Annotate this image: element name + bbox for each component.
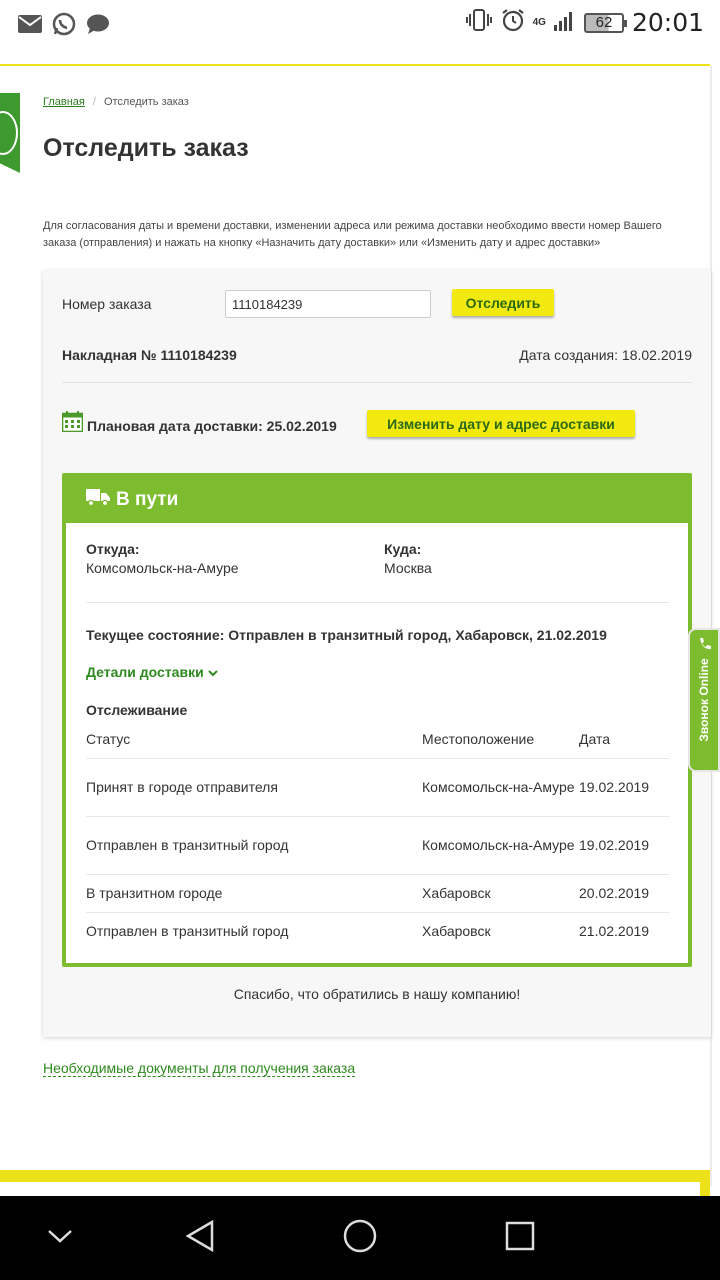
row-date: 19.02.2019 xyxy=(579,816,669,875)
page-title: Отследить заказ xyxy=(43,134,249,162)
network-type: 4G xyxy=(532,16,546,28)
row-location: Хабаровск xyxy=(422,874,579,913)
column-header-location: Местоположение xyxy=(422,720,579,759)
to-label: Куда: xyxy=(384,541,422,557)
header-divider xyxy=(0,64,710,66)
truck-icon xyxy=(86,488,110,512)
current-status: Текущее состояние: Отправлен в транзитны… xyxy=(86,627,607,643)
signal-icon xyxy=(553,9,576,36)
breadcrumb-home-link[interactable]: Главная xyxy=(43,96,85,108)
status-bar: 4G 62 20:01 xyxy=(0,0,720,50)
intro-text: Для согласования даты и времени доставки… xyxy=(43,220,662,249)
divider xyxy=(62,382,692,383)
breadcrumb-current: Отследить заказ xyxy=(103,96,189,108)
track-button[interactable]: Отследить xyxy=(452,289,554,316)
waybill-number: Накладная № 1110184239 xyxy=(62,347,237,363)
home-circle-icon xyxy=(342,1218,378,1259)
row-date: 19.02.2019 xyxy=(579,758,669,817)
home-button[interactable] xyxy=(338,1216,382,1260)
chat-icon xyxy=(86,13,110,40)
row-date: 21.02.2019 xyxy=(579,923,650,940)
status-header: В пути xyxy=(66,477,688,523)
table-row: Отправлен в транзитный город Хабаровск 2… xyxy=(86,912,669,950)
callback-label: Звонок Online xyxy=(697,658,711,742)
clock: 20:01 xyxy=(631,8,704,37)
recents-button[interactable] xyxy=(498,1216,542,1260)
row-location: Комсомольск-на-Амуре xyxy=(422,816,579,875)
thank-you-text: Спасибо, что обратились в нашу компанию! xyxy=(233,986,521,1002)
row-status: В транзитном городе xyxy=(86,874,422,913)
table-row: Отправлен в транзитный город Комсомольск… xyxy=(86,816,669,875)
row-location: Комсомольск-на-Амуре xyxy=(422,758,579,817)
navigation-bar xyxy=(0,1196,720,1280)
back-button[interactable] xyxy=(178,1216,222,1260)
alarm-icon xyxy=(501,8,525,37)
table-row: В транзитном городе Хабаровск 20.02.2019 xyxy=(86,874,669,913)
battery-level: 62 xyxy=(595,14,613,31)
tracking-title: Отслеживание xyxy=(86,702,188,718)
required-documents-link[interactable]: Необходимые документы для получения зака… xyxy=(43,1060,356,1077)
column-header-date: Дата xyxy=(579,720,669,759)
row-location: Хабаровск xyxy=(422,923,491,940)
shipment-status-panel: В пути Откуда: Комсомольск-на-Амуре Куда… xyxy=(62,473,692,967)
row-status: Отправлен в транзитный город xyxy=(86,816,422,875)
chevron-down-icon xyxy=(46,1228,74,1249)
back-triangle-icon xyxy=(184,1219,216,1258)
breadcrumb: Главная / Отследить заказ xyxy=(43,96,189,108)
battery-icon: 62 xyxy=(583,12,627,33)
change-date-address-button[interactable]: Изменить дату и адрес доставки xyxy=(367,410,635,437)
recents-square-icon xyxy=(504,1220,536,1257)
order-number-label: Номер заказа xyxy=(62,296,152,312)
mail-icon xyxy=(18,15,42,38)
column-header-status: Статус xyxy=(86,720,422,759)
from-label: Откуда: xyxy=(86,541,140,557)
breadcrumb-separator: / xyxy=(92,96,96,108)
creation-date: Дата создания: 18.02.2019 xyxy=(519,347,692,363)
calendar-icon xyxy=(61,411,84,437)
hide-nav-button[interactable] xyxy=(38,1216,82,1260)
table-row: Принят в городе отправителя Комсомольск-… xyxy=(86,758,669,817)
row-date: 20.02.2019 xyxy=(579,874,669,913)
delivery-details-label: Детали доставки xyxy=(86,664,204,680)
tracking-card: Номер заказа Отследить Накладная № 11101… xyxy=(43,270,711,1037)
vibrate-icon xyxy=(465,9,493,36)
logo[interactable] xyxy=(0,93,20,173)
from-city: Комсомольск-на-Амуре xyxy=(86,560,239,576)
divider xyxy=(86,602,669,603)
planned-delivery-date: Плановая дата доставки: 25.02.2019 xyxy=(87,418,337,434)
callback-online-tab[interactable]: Звонок Online xyxy=(688,628,720,772)
row-status: Отправлен в транзитный город xyxy=(86,923,289,940)
chevron-down-icon xyxy=(207,664,218,680)
delivery-details-toggle[interactable]: Детали доставки xyxy=(86,664,218,680)
status-title: В пути xyxy=(116,489,179,510)
footer xyxy=(0,1182,700,1196)
whatsapp-icon xyxy=(52,12,76,41)
to-city: Москва xyxy=(384,560,432,576)
row-status: Принят в городе отправителя xyxy=(86,758,422,817)
order-number-input[interactable] xyxy=(225,290,431,318)
tracking-table: Статус Местоположение Дата Принят в горо… xyxy=(86,720,669,950)
phone-icon xyxy=(697,636,713,655)
